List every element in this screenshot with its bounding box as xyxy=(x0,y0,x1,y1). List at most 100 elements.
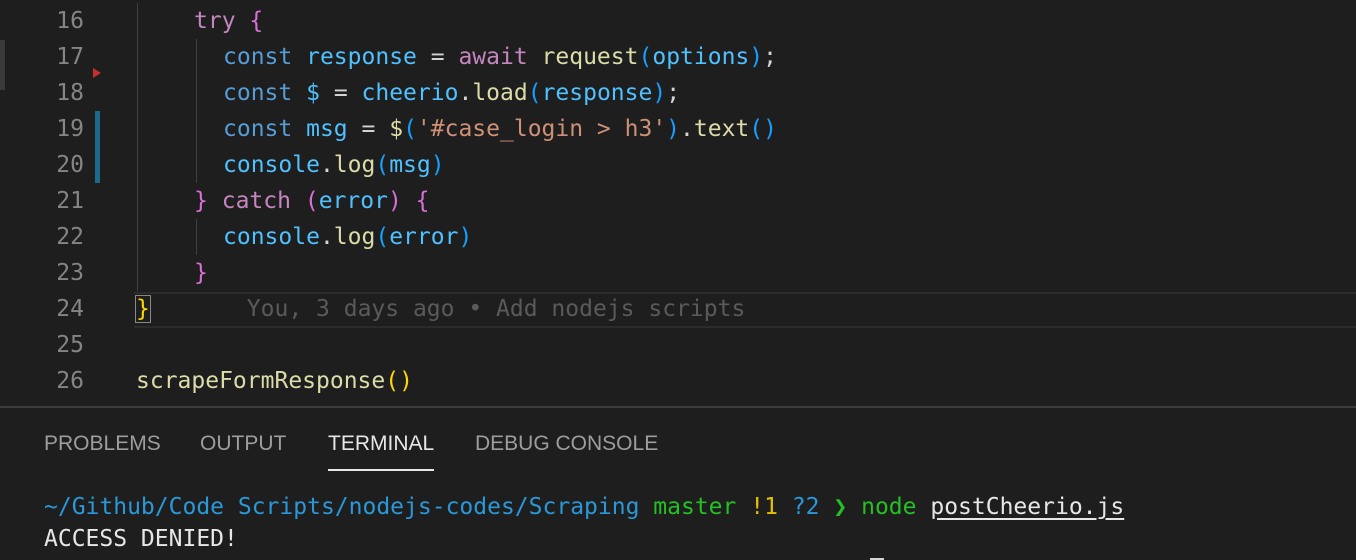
code-token: . xyxy=(680,116,694,142)
code-line[interactable]: 21 } catch (error) { xyxy=(0,183,1356,219)
indent-guide xyxy=(196,219,197,255)
tab-output[interactable]: OUTPUT xyxy=(200,432,286,456)
code-token: ( xyxy=(304,188,319,214)
code-token: response xyxy=(541,80,653,106)
code-token: . xyxy=(458,80,473,106)
code-token: log xyxy=(333,152,376,178)
terminal-command: node xyxy=(861,494,917,520)
code-line[interactable]: 19 const msg = $('#case_login > h3').text… xyxy=(0,111,1356,147)
code-token: . xyxy=(319,152,334,178)
code-token: error xyxy=(389,224,459,250)
code-token: ; xyxy=(666,80,681,106)
indent-guide xyxy=(196,111,197,147)
code-editor[interactable]: 16 try {17 const response = await request(… xyxy=(0,0,1356,406)
code-text: const msg = $('#case_login > h3').text() xyxy=(223,111,777,147)
code-token: $ xyxy=(389,116,404,142)
code-token: log xyxy=(333,224,376,250)
code-text: } xyxy=(194,255,208,291)
code-token: ( xyxy=(527,80,542,106)
indent-guide xyxy=(137,111,138,147)
code-token: ; xyxy=(763,44,777,70)
code-token: const xyxy=(223,44,293,70)
code-text: const $ = cheerio.load(response); xyxy=(223,75,680,111)
code-token: } xyxy=(194,260,208,286)
line-number: 21 xyxy=(56,188,84,214)
code-token: catch xyxy=(221,188,291,214)
code-token: try xyxy=(194,8,236,34)
indent-guide xyxy=(196,39,197,75)
line-number: 25 xyxy=(56,332,84,358)
code-text: } catch (error) { xyxy=(194,183,430,219)
code-token: text xyxy=(693,116,750,142)
code-token: const xyxy=(223,80,293,106)
code-token: { xyxy=(415,188,430,214)
git-branch: master xyxy=(653,494,737,520)
code-token: cheerio xyxy=(361,80,459,106)
code-token: '#case_login > h3' xyxy=(416,116,667,142)
code-token: console xyxy=(223,152,320,178)
line-number: 20 xyxy=(56,152,84,178)
code-token: error xyxy=(318,188,388,214)
code-text: } You, 3 days ago • Add nodejs scripts xyxy=(135,291,746,327)
code-line[interactable]: 17 const response = await request(options… xyxy=(0,39,1356,75)
indent-guide xyxy=(137,39,138,75)
code-text: console.log(error) xyxy=(223,219,472,255)
tab-debug-console[interactable]: DEBUG CONSOLE xyxy=(475,432,658,456)
indent-guide xyxy=(196,147,197,183)
code-line[interactable]: 23} xyxy=(0,255,1356,291)
indent-guide xyxy=(137,183,138,219)
line-number: 16 xyxy=(56,8,84,34)
code-token: () xyxy=(385,368,413,394)
indent-guide xyxy=(137,219,138,255)
line-number: 17 xyxy=(56,44,84,70)
code-token: ) xyxy=(652,80,667,106)
code-token: $ xyxy=(306,80,320,106)
indent-guide xyxy=(137,255,138,291)
line-number: 18 xyxy=(56,80,84,106)
terminal-prompt-line[interactable]: ~/Github/Code Scripts/nodejs-codes/Scrap… xyxy=(44,494,1124,520)
code-line[interactable]: 22 console.log(error) xyxy=(0,219,1356,255)
git-blame-annotation: You, 3 days ago • Add nodejs scripts xyxy=(149,296,746,322)
line-number: 19 xyxy=(56,116,84,142)
code-line[interactable]: 20 console.log(msg) xyxy=(0,147,1356,183)
code-token: scrapeFormResponse xyxy=(136,368,386,394)
code-line[interactable]: 16 try { xyxy=(0,3,1356,39)
code-token: msg xyxy=(389,152,431,178)
terminal-file-link[interactable]: postCheerio.js xyxy=(930,494,1124,520)
terminal-path: ~/Github/Code Scripts/nodejs-codes/Scrap… xyxy=(44,494,640,520)
code-token: ) xyxy=(666,116,681,142)
code-line[interactable]: 18 const $ = cheerio.load(response); xyxy=(0,75,1356,111)
code-line[interactable]: 26 scrapeFormResponse() xyxy=(0,363,1356,399)
tab-problems[interactable]: PROBLEMS xyxy=(44,432,161,456)
code-token: options xyxy=(652,44,750,70)
git-modified-count: !1 xyxy=(750,494,778,520)
code-line[interactable]: 24 } You, 3 days ago • Add nodejs scripts xyxy=(0,291,1356,327)
code-token: { xyxy=(249,8,264,34)
code-token: ) xyxy=(749,44,764,70)
code-token: = xyxy=(347,116,390,142)
code-token: ( xyxy=(403,116,417,142)
code-token: await xyxy=(458,44,528,70)
code-token: load xyxy=(472,80,528,106)
code-line[interactable]: 25 xyxy=(0,327,1356,363)
code-token: ( xyxy=(638,44,653,70)
line-number: 22 xyxy=(56,224,84,250)
git-modified-gutter xyxy=(95,147,100,183)
code-token: ( xyxy=(375,224,390,250)
line-number: 24 xyxy=(56,296,84,322)
prompt-arrow-icon: ❯ xyxy=(833,494,848,520)
code-token: ) xyxy=(387,188,402,214)
tab-terminal[interactable]: TERMINAL xyxy=(328,432,434,456)
code-text: const response = await request(options); xyxy=(223,39,777,75)
git-untracked-count: ?2 xyxy=(791,494,820,520)
code-token: ) xyxy=(430,152,445,178)
code-token: msg xyxy=(306,116,348,142)
